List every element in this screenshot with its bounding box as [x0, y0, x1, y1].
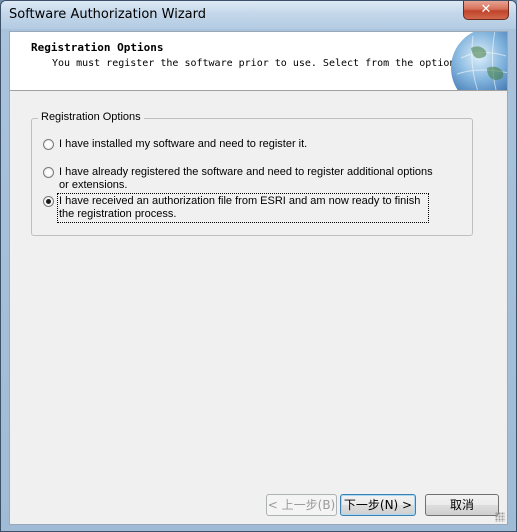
next-button[interactable]: 下一步(N) > [340, 494, 416, 516]
window-title: Software Authorization Wizard [9, 7, 206, 22]
title-bar[interactable]: Software Authorization Wizard ✕ [1, 1, 516, 29]
radio-additional-options[interactable] [43, 167, 54, 178]
wizard-window: Software Authorization Wizard ✕ Registra… [0, 0, 517, 532]
dialog-body: Registration Options You must register t… [9, 31, 508, 525]
page-title: Registration Options [31, 41, 164, 54]
radio-authorization-file[interactable] [43, 196, 54, 207]
wizard-header: Registration Options You must register t… [10, 32, 507, 91]
option-additional-options-label[interactable]: I have already registered the software a… [59, 166, 444, 192]
option-install-register-label[interactable]: I have installed my software and need to… [59, 138, 449, 151]
close-icon: ✕ [480, 2, 492, 17]
group-label: Registration Options [38, 111, 144, 123]
close-button[interactable]: ✕ [463, 1, 509, 20]
resize-grip[interactable] [495, 512, 505, 522]
page-subtitle: You must register the software prior to … [52, 58, 504, 69]
radio-install-register[interactable] [43, 139, 54, 150]
cancel-button[interactable]: 取消 [425, 494, 499, 516]
back-button[interactable]: < 上一步(B) [266, 494, 337, 516]
option-authorization-file-label[interactable]: I have received an authorization file fr… [57, 193, 429, 223]
globe-icon [451, 32, 507, 90]
